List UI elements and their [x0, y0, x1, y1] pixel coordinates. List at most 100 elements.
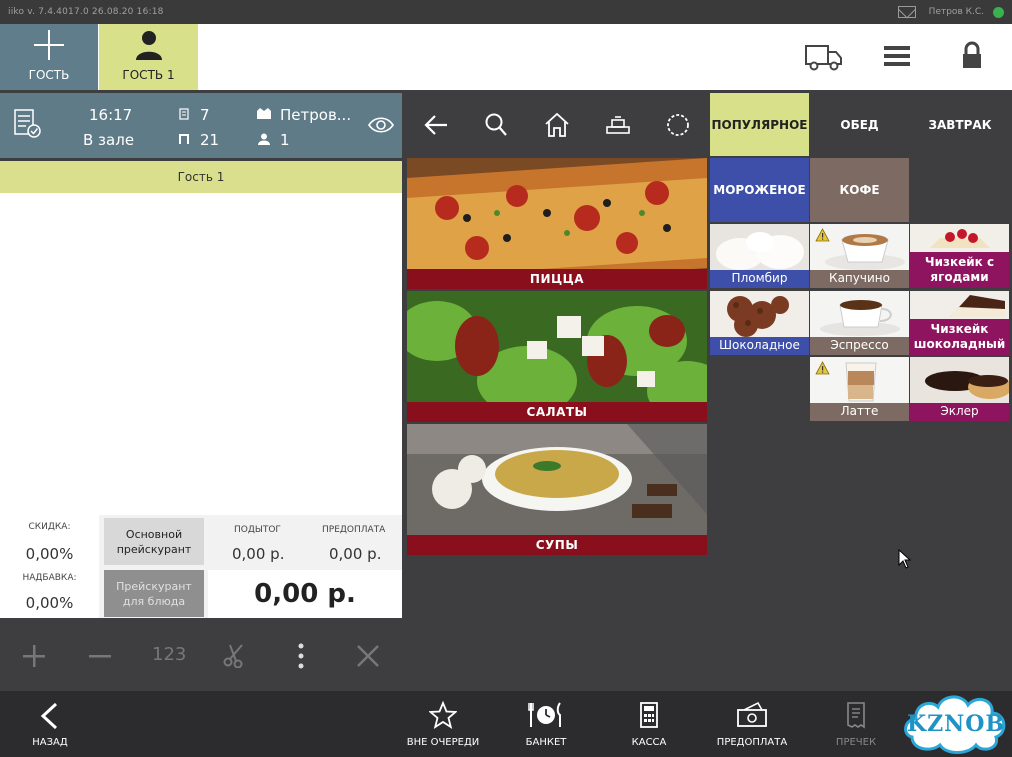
- watermark-badge: KZNOB: [902, 687, 1010, 755]
- subtotal-label: ПОДЫТОГ: [234, 525, 281, 535]
- precheck-receipt-icon: [847, 702, 865, 729]
- order-total: 0,00 р.: [208, 570, 402, 618]
- banquet-button[interactable]: БАНКЕТ: [505, 691, 587, 757]
- markup-label: НАДБАВКА:: [22, 573, 77, 583]
- item-chocolate[interactable]: Шоколадное: [710, 291, 809, 355]
- dish-pricelist-button[interactable]: Прейскурант для блюда: [104, 570, 204, 617]
- item-actions-row: 123: [0, 618, 402, 691]
- discount-box[interactable]: СКИДКА: 0,00% НАДБАВКА: 0,00%: [0, 515, 99, 618]
- item-latte-label: Латте: [840, 404, 879, 418]
- prepay-button[interactable]: ПРЕДОПЛАТА: [710, 691, 794, 757]
- chevron-left-icon: [40, 702, 58, 730]
- item-eclair[interactable]: Эклер: [910, 357, 1009, 421]
- persons-count: 1: [280, 131, 290, 149]
- item-cheesecake-choc-label: Чизкейк шоколадный: [913, 322, 1006, 351]
- order-location: В зале: [83, 131, 135, 149]
- star-icon: [429, 701, 457, 729]
- status-online-icon: [993, 7, 1004, 18]
- guest-row[interactable]: Гость 1: [0, 161, 402, 193]
- loading-circle-icon[interactable]: [665, 112, 691, 138]
- order-info-bar[interactable]: 16:17 В зале 7 21 Петров... 1: [0, 93, 402, 158]
- category-coffee[interactable]: КОФЕ: [810, 158, 909, 222]
- delete-icon[interactable]: [356, 644, 380, 668]
- decrease-icon[interactable]: [88, 644, 112, 668]
- category-popular[interactable]: ПОПУЛЯРНОЕ: [710, 93, 809, 156]
- item-latte[interactable]: Латте: [810, 357, 909, 421]
- eye-icon[interactable]: [368, 117, 394, 133]
- cash-label: КАССА: [631, 737, 667, 748]
- order-list-icon: [14, 109, 41, 138]
- quantity-button[interactable]: 123: [152, 644, 186, 665]
- warning-icon: [815, 361, 830, 375]
- more-vertical-icon[interactable]: [296, 642, 306, 670]
- waiter-name: Петров...: [280, 106, 352, 124]
- add-guest-label: ГОСТЬ: [28, 68, 70, 82]
- window-titlebar: iiko v. 7.4.4017.0 26.08.20 16:18 Петров…: [0, 0, 1012, 24]
- receipt-icon: [179, 108, 189, 120]
- table-icon: [179, 134, 189, 144]
- cash-money-icon: [737, 701, 767, 727]
- category-lunch[interactable]: ОБЕД: [810, 93, 909, 156]
- mouse-cursor-icon: [898, 549, 912, 569]
- bottom-bar: НАЗАД ВНЕ ОЧЕРЕДИ БАНКЕТ КАССА ПРЕДОПЛАТ…: [0, 691, 1012, 757]
- item-eclair-label: Эклер: [940, 404, 979, 418]
- prepay-label: ПРЕДОПЛАТА: [322, 525, 386, 535]
- mail-icon[interactable]: [898, 6, 916, 18]
- item-cappuccino-label: Капучино: [829, 271, 890, 285]
- category-breakfast[interactable]: ЗАВТРАК: [910, 93, 1010, 156]
- increase-icon[interactable]: [22, 644, 46, 668]
- item-plombir[interactable]: Пломбир: [710, 224, 809, 288]
- back-label: НАЗАД: [32, 737, 68, 748]
- scissors-icon[interactable]: [222, 642, 248, 668]
- waiter-icon: [257, 108, 271, 119]
- home-icon[interactable]: [544, 112, 570, 138]
- banquet-icon: [528, 702, 561, 727]
- item-cheesecake-choc[interactable]: Чизкейк шоколадный: [910, 291, 1009, 355]
- precheck-label: ПРЕЧЕК: [835, 737, 877, 748]
- back-button[interactable]: НАЗАД: [0, 691, 100, 757]
- item-espresso[interactable]: Эспрессо: [810, 291, 909, 355]
- group-salads[interactable]: САЛАТЫ: [407, 291, 707, 422]
- top-header: ГОСТЬ ГОСТЬ 1: [0, 24, 1012, 90]
- item-cheesecake-berries[interactable]: Чизкейк с ягодами: [910, 224, 1009, 288]
- main-pricelist-button[interactable]: Основной прейскурант: [104, 518, 204, 565]
- add-guest-button[interactable]: ГОСТЬ: [0, 24, 98, 90]
- person-small-icon: [258, 133, 270, 145]
- markup-value: 0,00%: [25, 594, 74, 612]
- delivery-truck-icon[interactable]: [804, 38, 844, 74]
- version-text: iiko v. 7.4.4017.0 26.08.20 16:18: [8, 7, 164, 17]
- banquet-label: БАНКЕТ: [525, 737, 567, 748]
- guest-tab-label: ГОСТЬ 1: [122, 68, 175, 82]
- item-cheesecake-berries-label: Чизкейк с ягодами: [924, 255, 995, 284]
- item-espresso-label: Эспрессо: [830, 338, 889, 352]
- order-items-list[interactable]: [0, 193, 402, 515]
- plus-icon: [34, 30, 64, 60]
- discount-value: 0,00%: [25, 545, 74, 563]
- group-pizza-label: ПИЦЦА: [407, 269, 707, 289]
- back-arrow-icon[interactable]: [423, 113, 449, 137]
- group-pizza[interactable]: ПИЦЦА: [407, 158, 707, 289]
- item-plombir-label: Пломбир: [731, 271, 788, 285]
- user-name: Петров К.С.: [928, 7, 984, 17]
- item-cappuccino[interactable]: Капучино: [810, 224, 909, 288]
- group-salads-label: САЛАТЫ: [407, 402, 707, 422]
- queue-button[interactable]: ВНЕ ОЧЕРЕДИ: [402, 691, 484, 757]
- order-time: 16:17: [89, 106, 133, 124]
- menu-hamburger-icon[interactable]: [878, 38, 918, 74]
- lock-icon[interactable]: [952, 38, 992, 74]
- group-soups[interactable]: СУПЫ: [407, 424, 707, 555]
- totals-panel: СКИДКА: 0,00% НАДБАВКА: 0,00% Основной п…: [0, 515, 402, 618]
- print-station-icon[interactable]: [604, 113, 632, 137]
- guests-count: 7: [200, 106, 210, 124]
- warning-icon: [815, 228, 830, 242]
- category-icecream[interactable]: МОРОЖЕНОЕ: [710, 158, 809, 222]
- search-icon[interactable]: [484, 112, 508, 138]
- subtotal-value: 0,00 р.: [232, 545, 285, 563]
- group-soups-label: СУПЫ: [407, 535, 707, 555]
- prepay-bottom-label: ПРЕДОПЛАТА: [716, 737, 788, 748]
- cash-button[interactable]: КАССА: [608, 691, 690, 757]
- item-chocolate-label: Шоколадное: [719, 338, 800, 352]
- precheck-button[interactable]: ПРЕЧЕК: [815, 691, 897, 757]
- guest-tab[interactable]: ГОСТЬ 1: [99, 24, 198, 90]
- watermark-text: KZNOB: [906, 711, 1006, 737]
